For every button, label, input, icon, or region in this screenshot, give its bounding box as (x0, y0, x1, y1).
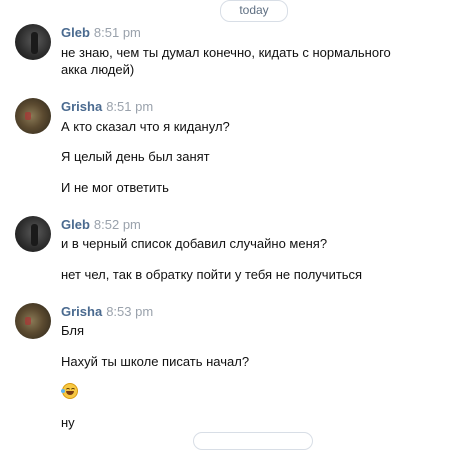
message-text: нет чел, так в обратку пойти у тебя не п… (61, 267, 363, 282)
message-text: ну (61, 415, 75, 430)
message-text: Нахуй ты школе писать начал? (61, 354, 250, 369)
message-text: не знаю, чем ты думал конечно, кидать с … (61, 45, 391, 60)
message-time[interactable]: 8:52 pm (94, 217, 141, 232)
message-text: акка людей) (61, 62, 135, 77)
author-name[interactable]: Gleb (61, 25, 90, 40)
message-text: А кто сказал что я киданул? (61, 119, 230, 134)
message-time[interactable]: 8:53 pm (106, 304, 153, 319)
message-text: Я целый день был занят (61, 149, 210, 164)
grisha-avatar[interactable] (15, 303, 51, 339)
message-text: Бля (61, 323, 85, 338)
message-time[interactable]: 8:51 pm (106, 99, 153, 114)
message-time[interactable]: 8:51 pm (94, 25, 141, 40)
message-header: Gleb 8:52 pm (61, 217, 141, 233)
gleb-avatar[interactable] (15, 24, 51, 60)
gleb-avatar[interactable] (15, 216, 51, 252)
message-header: Grisha 8:51 pm (61, 99, 153, 115)
author-name[interactable]: Grisha (61, 99, 102, 114)
author-name[interactable]: Gleb (61, 217, 90, 232)
grisha-avatar[interactable] (15, 98, 51, 134)
tears-of-joy-emoji (61, 383, 78, 399)
message-header: Grisha 8:53 pm (61, 304, 153, 320)
message-header: Gleb 8:51 pm (61, 25, 141, 41)
date-separator: today (220, 0, 288, 22)
message-text: И не мог ответить (61, 180, 169, 195)
author-name[interactable]: Grisha (61, 304, 102, 319)
message-text: и в черный список добавил случайно меня? (61, 236, 328, 251)
new-messages-indicator[interactable] (193, 432, 313, 450)
